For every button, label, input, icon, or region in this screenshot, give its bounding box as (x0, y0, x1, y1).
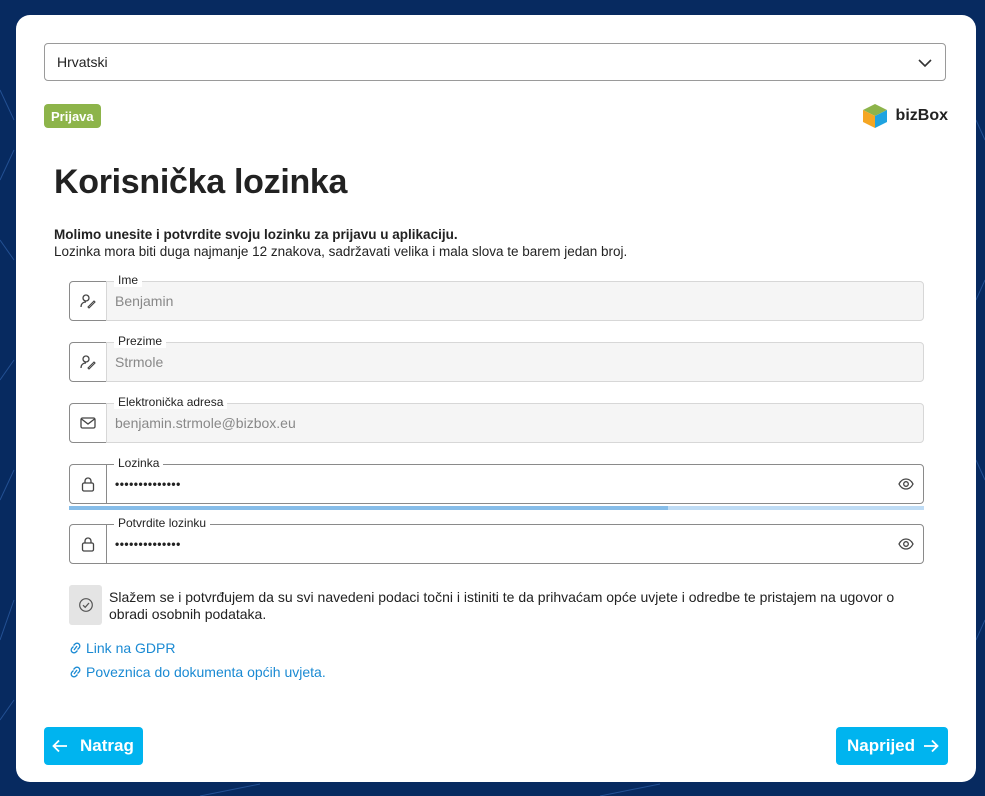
first-name-icon-box (69, 281, 107, 321)
link-icon (70, 642, 81, 654)
password-field: •••••••••••••• Lozinka (69, 457, 924, 504)
email-input[interactable]: benjamin.strmole@bizbox.eu (106, 403, 924, 443)
email-field: benjamin.strmole@bizbox.eu Elektronička … (69, 396, 924, 443)
language-select-value: Hrvatski (57, 54, 108, 70)
chevron-down-icon (918, 59, 932, 68)
gdpr-link[interactable]: Link na GDPR (68, 640, 175, 656)
terms-checkbox[interactable] (69, 585, 102, 625)
terms-agreement: Slažem se i potvrđujem da su svi naveden… (69, 585, 924, 625)
link-icon (70, 666, 81, 678)
bizbox-cube-icon (862, 104, 887, 128)
terms-document-link-label: Poveznica do dokumenta općih uvjeta. (86, 664, 326, 680)
last-name-field: Strmole Prezime (69, 335, 924, 382)
arrow-left-icon (52, 739, 67, 753)
confirm-password-value: •••••••••••••• (115, 537, 181, 551)
check-circle-icon (78, 598, 93, 612)
last-name-label: Prezime (114, 335, 167, 348)
password-input[interactable]: •••••••••••••• (106, 464, 924, 504)
mail-icon (80, 417, 96, 429)
intro-strong: Molimo unesite i potvrdite svoju lozinku… (54, 227, 458, 242)
brand-logo: bizBox (862, 103, 948, 129)
email-icon-box (69, 403, 107, 443)
first-name-field: Benjamin Ime (69, 274, 924, 321)
page-title: Korisnička lozinka (54, 163, 348, 201)
eye-icon[interactable] (898, 537, 914, 551)
brand-name: bizBox (895, 107, 948, 124)
eye-icon[interactable] (898, 477, 914, 491)
first-name-input[interactable]: Benjamin (106, 281, 924, 321)
back-button-label: Natrag (80, 736, 134, 755)
lock-icon (81, 477, 95, 492)
password-icon-box (69, 464, 107, 504)
terms-text: Slažem se i potvrđujem da su svi naveden… (109, 589, 895, 622)
first-name-label: Ime (114, 274, 143, 287)
last-name-icon-box (69, 342, 107, 382)
confirm-password-input[interactable]: •••••••••••••• (106, 524, 924, 564)
back-button[interactable]: Natrag (44, 727, 143, 765)
terms-document-link[interactable]: Poveznica do dokumenta općih uvjeta. (68, 664, 326, 680)
email-label: Elektronička adresa (114, 396, 228, 409)
confirm-password-field: •••••••••••••• Potvrdite lozinku (69, 517, 924, 564)
password-label: Lozinka (114, 457, 164, 470)
lock-icon (81, 537, 95, 552)
intro-text: Molimo unesite i potvrdite svoju lozinku… (54, 226, 627, 260)
confirm-password-label: Potvrdite lozinku (114, 517, 211, 530)
step-badge: Prijava (44, 104, 101, 128)
user-edit-icon (80, 355, 96, 370)
password-strength-bar (69, 506, 924, 510)
next-button-label: Naprijed (847, 736, 916, 755)
password-value: •••••••••••••• (115, 477, 181, 491)
arrow-right-icon (924, 739, 939, 753)
language-select[interactable]: Hrvatski (44, 43, 946, 81)
gdpr-link-label: Link na GDPR (86, 640, 176, 656)
last-name-input[interactable]: Strmole (106, 342, 924, 382)
intro-normal: Lozinka mora biti duga najmanje 12 znako… (54, 244, 628, 259)
confirm-password-icon-box (69, 524, 107, 564)
registration-card: Hrvatski Prijava bizBox Korisnička lozin… (16, 15, 976, 782)
next-button[interactable]: Naprijed (836, 727, 948, 765)
user-edit-icon (80, 294, 96, 309)
password-strength-fill (69, 506, 668, 510)
